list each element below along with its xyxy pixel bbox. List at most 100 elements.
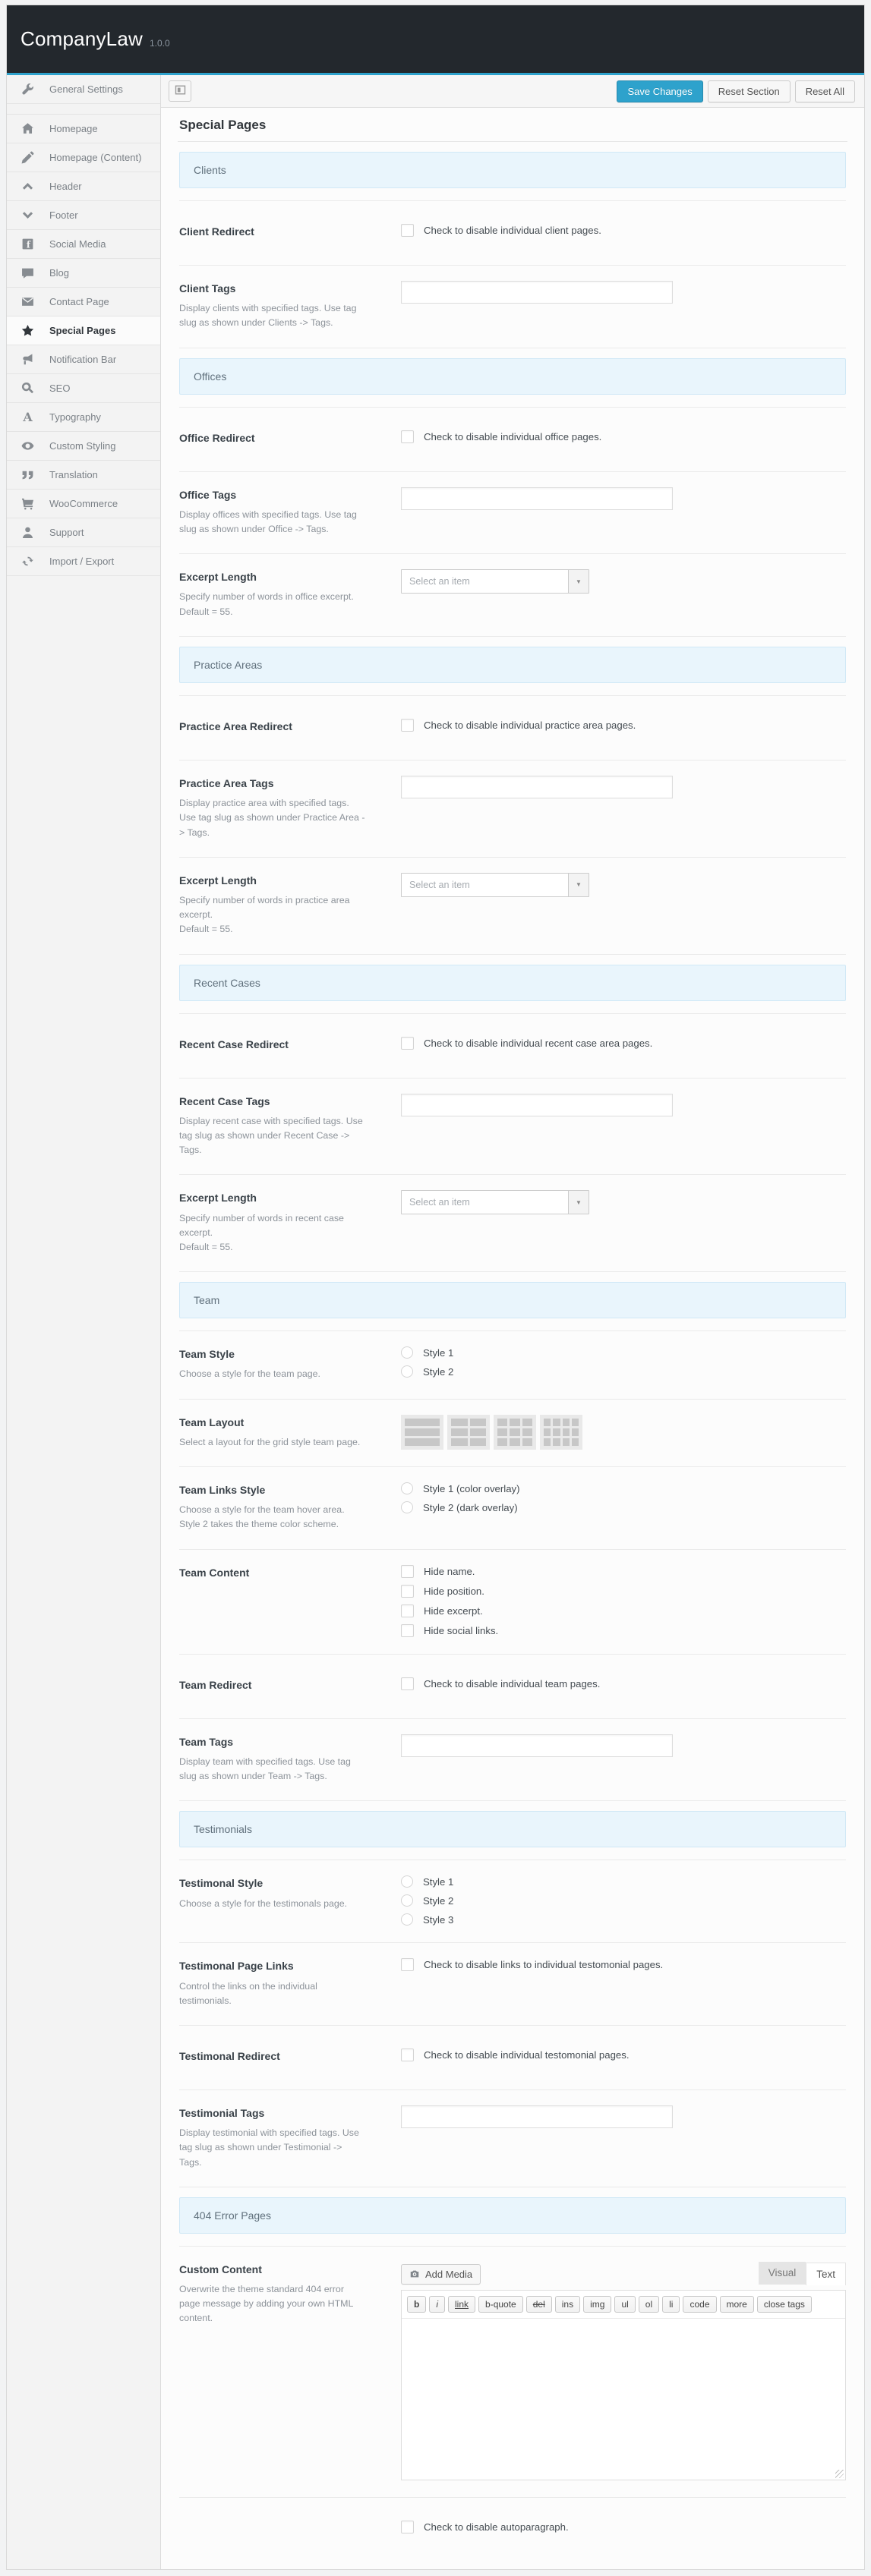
field-label: Testimonal Redirect <box>179 2049 367 2063</box>
sidebar-item-translation[interactable]: Translation <box>7 461 160 490</box>
check-to-disable-autoparagraph-checkbox[interactable] <box>401 2521 414 2533</box>
style-2-radio[interactable] <box>401 1894 413 1907</box>
sidebar-item-general-settings[interactable]: General Settings <box>7 75 160 104</box>
quicktag-img-button[interactable]: img <box>583 2296 611 2313</box>
style-2-radio[interactable] <box>401 1365 413 1378</box>
field-row-excerpt-length: Excerpt LengthSpecify number of words in… <box>178 858 847 954</box>
reset-all-button[interactable]: Reset All <box>795 80 855 102</box>
recent-case-tags-input[interactable] <box>401 1094 673 1116</box>
field-label: Practice Area Tags <box>179 776 367 790</box>
check-to-disable-individual-client-pages-checkbox[interactable] <box>401 224 414 237</box>
style-3-radio[interactable] <box>401 1913 413 1926</box>
sidebar-item-social-media[interactable]: fSocial Media <box>7 230 160 259</box>
quicktag-more-button[interactable]: more <box>720 2296 754 2313</box>
office-tags-input[interactable] <box>401 487 673 510</box>
field-control <box>401 487 846 537</box>
team-layout-option-1-column[interactable] <box>401 1415 443 1450</box>
sidebar-item-label: WooCommerce <box>49 498 118 509</box>
sidebar-item-label: Typography <box>49 411 101 423</box>
save-changes-button[interactable]: Save Changes <box>617 80 702 102</box>
quicktag-ins-button[interactable]: ins <box>555 2296 580 2313</box>
hide-excerpt-checkbox[interactable] <box>401 1604 414 1617</box>
field-label: Recent Case Redirect <box>179 1038 367 1051</box>
envelope-icon <box>21 295 34 308</box>
hide-position-checkbox[interactable] <box>401 1585 414 1598</box>
field-info: Team TagsDisplay team with specified tag… <box>179 1734 401 1784</box>
excerpt-length-select[interactable]: Select an item▼ <box>401 569 589 594</box>
quicktag-del-button[interactable]: del <box>526 2296 552 2313</box>
sidebar-item-special-pages[interactable]: Special Pages <box>7 316 160 345</box>
hide-name-checkbox[interactable] <box>401 1565 414 1578</box>
field-info: Team Content <box>179 1565 401 1637</box>
field-description: Display testimonial with specified tags.… <box>179 2126 367 2170</box>
quicktag-link-button[interactable]: link <box>448 2296 475 2313</box>
divider <box>179 1800 846 1801</box>
select-value: Select an item <box>402 1197 568 1208</box>
testimonial-tags-input[interactable] <box>401 2105 673 2128</box>
quicktag-ul-button[interactable]: ul <box>614 2296 635 2313</box>
sidebar-item-typography[interactable]: ATypography <box>7 403 160 432</box>
team-layout-option-4-column[interactable] <box>540 1415 582 1450</box>
team-layout-option-3-column[interactable] <box>494 1415 536 1450</box>
sidebar-item-support[interactable]: Support <box>7 518 160 547</box>
reset-section-button[interactable]: Reset Section <box>708 80 791 102</box>
team-tags-input[interactable] <box>401 1734 673 1757</box>
field-control: Check to disable autoparagraph. <box>401 2521 846 2545</box>
team-content-option: Hide excerpt. <box>401 1604 846 1617</box>
quicktag-li-button[interactable]: li <box>662 2296 680 2313</box>
sidebar-item-seo[interactable]: SEO <box>7 374 160 403</box>
client-tags-input[interactable] <box>401 281 673 304</box>
field-label: Office Redirect <box>179 431 367 445</box>
excerpt-length-select[interactable]: Select an item▼ <box>401 873 589 897</box>
editor-tab-text[interactable]: Text <box>806 2263 846 2285</box>
style-1-radio[interactable] <box>401 1875 413 1888</box>
check-to-disable-individual-team-pages-checkbox[interactable] <box>401 1677 414 1690</box>
radio-label: Style 1 (color overlay) <box>423 1483 520 1494</box>
check-to-disable-links-to-individual-testomonial-pages-checkbox[interactable] <box>401 1958 414 1971</box>
editor-tab-visual[interactable]: Visual <box>759 2262 806 2285</box>
pencil-icon <box>21 151 34 164</box>
practice-area-tags-input[interactable] <box>401 776 673 798</box>
field-label: Team Content <box>179 1566 367 1579</box>
check-to-disable-individual-practice-area-pages-checkbox[interactable] <box>401 719 414 732</box>
sidebar-item-contact-page[interactable]: Contact Page <box>7 288 160 316</box>
quicktag-i-button[interactable]: i <box>429 2296 445 2313</box>
sidebar-item-homepage[interactable]: Homepage <box>7 115 160 143</box>
style-2-dark-overlay-radio[interactable] <box>401 1501 413 1513</box>
sidebar-item-blog[interactable]: Blog <box>7 259 160 288</box>
sidebar-item-homepage-content[interactable]: Homepage (Content) <box>7 143 160 172</box>
check-to-disable-individual-recent-case-area-pages-checkbox[interactable] <box>401 1037 414 1050</box>
team-layout-option-2-column[interactable] <box>447 1415 490 1450</box>
excerpt-length-select[interactable]: Select an item▼ <box>401 1190 589 1214</box>
resize-grip-icon[interactable] <box>835 2470 844 2478</box>
field-info: Team Redirect <box>179 1677 401 1702</box>
field-description: Select a layout for the grid style team … <box>179 1435 367 1450</box>
section-title: 404 Error Pages <box>194 2209 271 2222</box>
hide-social-links-checkbox[interactable] <box>401 1624 414 1637</box>
radio-label: Style 1 <box>423 1347 453 1359</box>
quicktag-ol-button[interactable]: ol <box>639 2296 659 2313</box>
search-icon <box>21 382 34 395</box>
sidebar-item-footer[interactable]: Footer <box>7 201 160 230</box>
sidebar-item-label: SEO <box>49 383 70 394</box>
panel-toggle-button[interactable] <box>169 80 191 102</box>
check-to-disable-individual-testomonial-pages-checkbox[interactable] <box>401 2049 414 2061</box>
check-to-disable-individual-office-pages-checkbox[interactable] <box>401 430 414 443</box>
field-control: Check to disable individual recent case … <box>401 1037 846 1061</box>
sidebar-item-import-export[interactable]: Import / Export <box>7 547 160 576</box>
quicktag-code-button[interactable]: code <box>683 2296 716 2313</box>
field-control <box>401 2105 846 2170</box>
sidebar-item-notification-bar[interactable]: Notification Bar <box>7 345 160 374</box>
quicktag-b-quote-button[interactable]: b-quote <box>478 2296 523 2313</box>
style-1-color-overlay-radio[interactable] <box>401 1482 413 1494</box>
add-media-button[interactable]: Add Media <box>401 2264 481 2285</box>
editor-header: Add Media VisualText <box>401 2262 846 2285</box>
quicktag-b-button[interactable]: b <box>407 2296 426 2313</box>
sidebar-item-header[interactable]: Header <box>7 172 160 201</box>
custom-content-textarea[interactable] <box>402 2319 845 2480</box>
sidebar-item-label: Social Media <box>49 238 106 250</box>
sidebar-item-custom-styling[interactable]: Custom Styling <box>7 432 160 461</box>
sidebar-item-woocommerce[interactable]: WooCommerce <box>7 490 160 518</box>
style-1-radio[interactable] <box>401 1346 413 1359</box>
quicktag-close-tags-button[interactable]: close tags <box>757 2296 812 2313</box>
